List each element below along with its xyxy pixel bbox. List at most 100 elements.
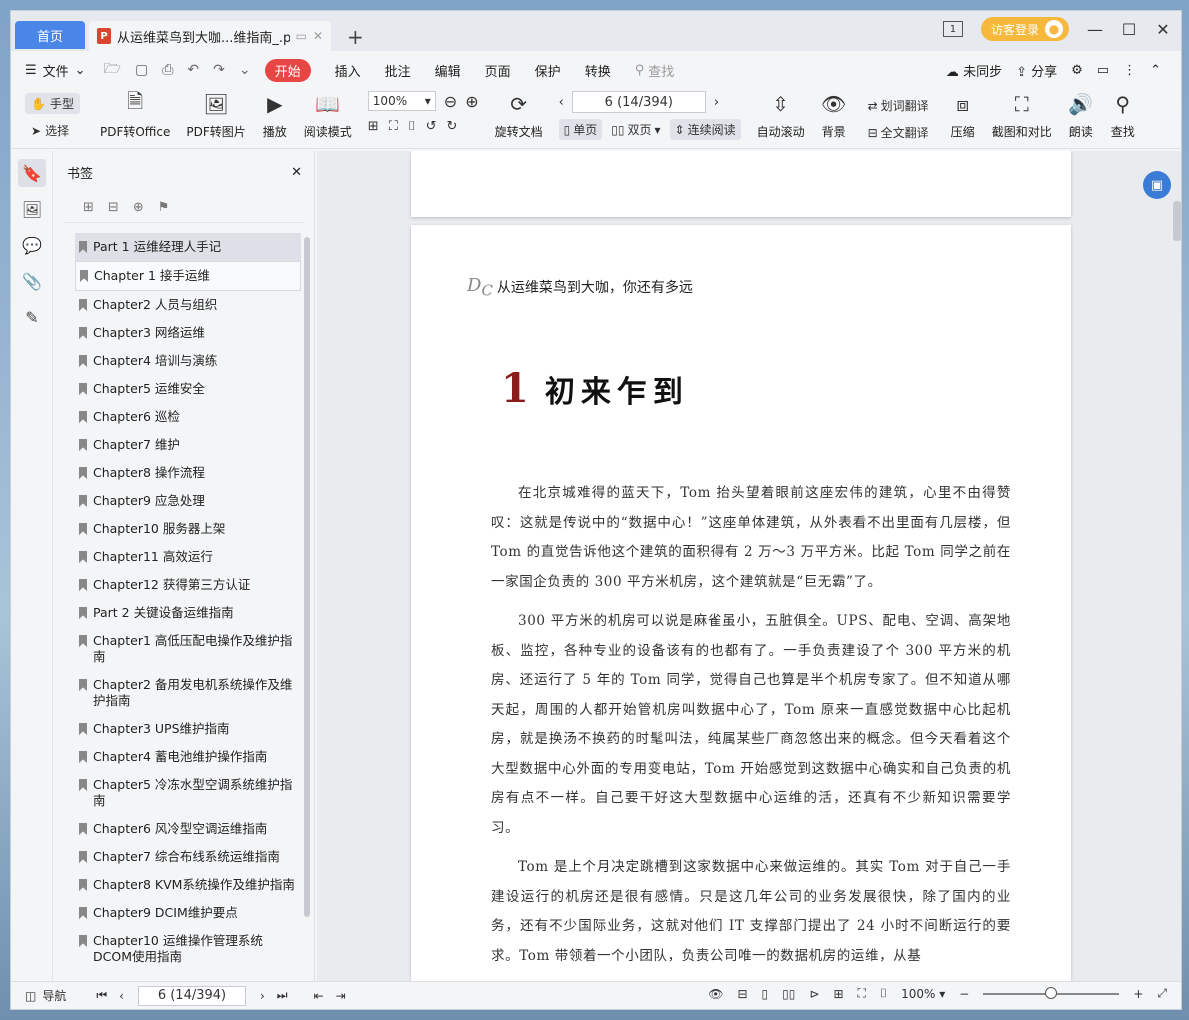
bookmark-item[interactable]: Chapter10 运维操作管理系统DCOM使用指南 [75,927,301,971]
bookmark-item[interactable]: Chapter6 风冷型空调运维指南 [75,815,301,843]
select-tool-button[interactable]: ➤ 选择 [25,120,80,141]
first-page-icon[interactable]: ⏮ [96,988,107,1003]
bookmark-item[interactable]: Chapter5 冷冻水型空调系统维护指南 [75,771,301,815]
rotate-left-icon[interactable]: ↺ [426,119,437,134]
zoom-out-icon[interactable]: − [959,987,969,1001]
auto-scroll-button[interactable]: ⇳ 自动滚动 [757,87,805,140]
close-window-icon[interactable]: ✕ [1155,20,1171,39]
word-translate-button[interactable]: ⇄ 划词翻译 [863,95,934,116]
guest-login-button[interactable]: 访客登录 ● [980,17,1069,41]
pdf-to-office-button[interactable]: 🗎 PDF转Office [100,87,170,140]
bookmark-item[interactable]: Chapter2 人员与组织 [75,291,301,319]
sync-status[interactable]: ☁ 未同步 [946,61,1002,80]
bookmark-item[interactable]: Chapter1 高低压配电操作及维护指南 [75,627,301,671]
forward-icon[interactable]: ⇥ [336,989,346,1003]
bookmark-icon[interactable]: ⚑ [158,200,170,215]
prev-page-icon[interactable]: ‹ [119,989,124,1003]
file-menu[interactable]: ☰ 文件 ⌄ [25,61,86,80]
prev-page-icon[interactable]: ‹ [559,95,564,110]
menu-search[interactable]: ⚲ 查找 [635,61,675,80]
page-number-input[interactable]: 6 (14/394) [571,91,706,113]
thumbnail-icon[interactable]: 🖼 [18,195,46,223]
menu-convert[interactable]: 转换 [585,61,611,80]
background-button[interactable]: 👁 背景 [821,87,847,140]
bookmark-item[interactable]: Chapter 1 接手运维 [75,261,301,291]
single-view-icon[interactable]: ▯ [762,987,769,1001]
share-button[interactable]: ⇪ 分享 [1016,61,1057,80]
quick-access-dropdown-icon[interactable]: ⌄ [239,62,251,78]
screenshot-compare-button[interactable]: ⛶ 截图和对比 [992,87,1052,140]
menu-insert[interactable]: 插入 [335,61,361,80]
last-page-icon[interactable]: ⏭ [277,988,288,1003]
menu-page[interactable]: 页面 [485,61,511,80]
signature-icon[interactable]: ✎ [18,303,46,331]
bookmark-item[interactable]: Part 1 运维经理人手记 [75,233,301,261]
menu-edit[interactable]: 编辑 [435,61,461,80]
undo-icon[interactable]: ↶ [187,62,199,78]
next-page-icon[interactable]: › [260,989,265,1003]
bookmark-item[interactable]: Chapter9 DCIM维护要点 [75,899,301,927]
menu-annotate[interactable]: 批注 [385,61,411,80]
collapse-ribbon-icon[interactable]: ⌃ [1150,63,1161,78]
bookmark-item[interactable]: Part 2 关键设备运维指南 [75,599,301,627]
tab-document[interactable]: P 从运维菜鸟到大咖...维指南_.pdf ▭ ✕ [89,21,331,51]
continuous-view-icon[interactable]: ⊟ [737,987,747,1001]
menu-protect[interactable]: 保护 [535,61,561,80]
next-page-icon[interactable]: › [714,95,719,110]
actual-size-icon[interactable]: ⊞ [368,119,379,134]
read-mode-button[interactable]: 📖 阅读模式 [304,87,352,140]
minimize-icon[interactable]: — [1087,20,1103,39]
zoom-level[interactable]: 100% ▾ [901,987,945,1001]
bookmark-item[interactable]: Chapter5 运维安全 [75,375,301,403]
document-scrollbar[interactable] [1173,201,1181,241]
play-button[interactable]: ▶ 播放 [262,87,288,140]
bookmark-item[interactable]: Chapter7 维护 [75,431,301,459]
bookmark-item[interactable]: Chapter3 网络运维 [75,319,301,347]
attachment-icon[interactable]: 📎 [18,267,46,295]
floating-tool-button[interactable]: ▣ [1143,171,1171,199]
zoom-slider[interactable] [983,986,1120,999]
more-icon[interactable]: ⋮ [1123,63,1136,78]
nav-toggle[interactable]: ◫ 导航 [25,987,66,1004]
tab-home[interactable]: 首页 [15,21,85,49]
rotate-document-button[interactable]: ⟳ 旋转文档 [495,87,543,140]
add-bookmark-icon[interactable]: ⊕ [133,200,144,215]
maximize-icon[interactable]: ☐ [1121,20,1137,39]
bookmark-item[interactable]: Chapter12 获得第三方认证 [75,571,301,599]
print-icon[interactable]: ⎙ [162,62,173,78]
redo-icon[interactable]: ↷ [213,62,225,78]
close-tab-icon[interactable]: ✕ [313,29,323,43]
play-icon[interactable]: ⊳ [809,987,819,1001]
bookmark-item[interactable]: Chapter11 高效运行 [75,543,301,571]
single-page-button[interactable]: ▯ 单页 [558,119,603,140]
comment-icon[interactable]: ▭ [1097,63,1109,78]
bookmark-item[interactable]: Chapter4 蓄电池维护操作指南 [75,743,301,771]
zoom-in-icon[interactable]: ⊕ [465,92,478,111]
bookmark-item[interactable]: Chapter9 应急处理 [75,487,301,515]
open-folder-icon[interactable]: 🗁 [104,58,121,82]
add-tab-button[interactable]: + [347,25,364,49]
read-aloud-button[interactable]: 🔊 朗读 [1068,87,1094,140]
pdf-to-image-button[interactable]: 🖼 PDF转图片 [186,87,245,140]
hand-tool-button[interactable]: ✋ 手型 [25,93,80,114]
zoom-select[interactable]: 100% ▾ [367,91,436,111]
settings-icon[interactable]: ⚙ [1071,63,1083,78]
bookmark-item[interactable]: Chapter8 KVM系统操作及维护指南 [75,871,301,899]
rotate-right-icon[interactable]: ↻ [447,119,458,134]
fit-width-icon[interactable]: ⌷ [880,986,887,1001]
bookmark-item[interactable]: Chapter7 综合布线系统运维指南 [75,843,301,871]
save-icon[interactable]: ▢ [135,62,148,78]
bookmark-item[interactable]: Chapter2 备用发电机系统操作及维护指南 [75,671,301,715]
fit-width-icon[interactable]: ⌷ [408,119,416,134]
bookmark-scrollbar[interactable] [304,237,310,917]
zoom-out-icon[interactable]: ⊖ [444,92,457,111]
status-page-input[interactable]: 6 (14/394) [137,985,246,1006]
double-view-icon[interactable]: ▯▯ [782,987,795,1001]
close-icon[interactable]: ✕ [291,165,302,180]
tab-window-icon[interactable]: ▭ [296,29,307,43]
menu-start[interactable]: 开始 [264,58,311,82]
actual-size-icon[interactable]: ⊞ [833,987,843,1001]
fit-page-icon[interactable]: ⛶ [858,986,866,1001]
zoom-in-icon[interactable]: + [1133,987,1143,1001]
workspace-icon[interactable]: 1 [942,21,963,37]
